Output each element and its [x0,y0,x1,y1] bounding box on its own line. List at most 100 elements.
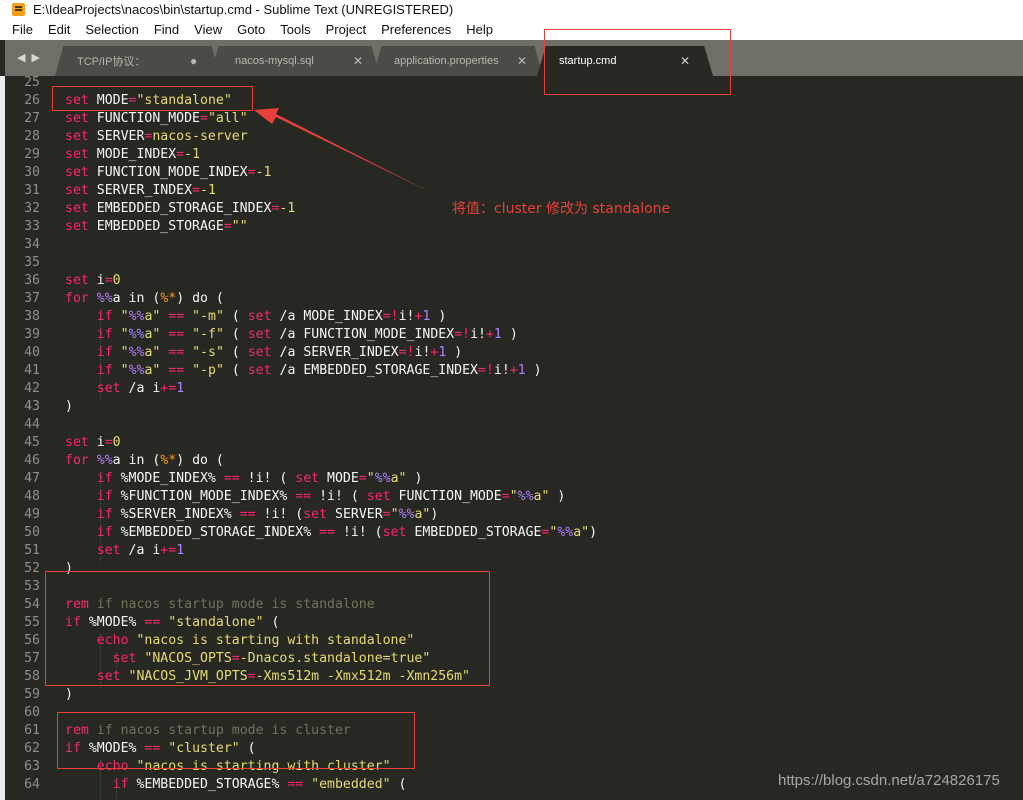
code-line[interactable]: 59) [5,686,1023,704]
close-icon[interactable]: ✕ [517,54,527,68]
code-line[interactable]: 54 rem if nacos startup mode is standalon… [5,596,1023,614]
code-line[interactable]: 50 if %EMBEDDED_STORAGE_INDEX% == !i! (s… [5,524,1023,542]
code-text[interactable]: if %EMBEDDED_STORAGE_INDEX% == !i! (set … [65,524,597,542]
code-line[interactable]: 47 if %MODE_INDEX% == !i! ( set MODE="%%… [5,470,1023,488]
tab-next-icon[interactable]: ▶ [31,51,39,65]
code-line[interactable]: 27 set FUNCTION_MODE="all" [5,110,1023,128]
code-line[interactable]: 51 set /a i+=1 [5,542,1023,560]
code-editor[interactable]: 25 26 set MODE="standalone" 27 set FUNCTION_… [5,76,1023,800]
code-line[interactable]: 37 for %%a in (%*) do ( [5,290,1023,308]
code-text[interactable]: ) [65,560,73,578]
code-line[interactable]: 60 [5,704,1023,722]
code-text[interactable]: echo "nacos is starting with cluster" [65,758,391,776]
code-line[interactable]: 40 if "%%a" == "-s" ( set /a SERVER_INDE… [5,344,1023,362]
code-line[interactable]: 46 for %%a in (%*) do ( [5,452,1023,470]
menu-file[interactable]: File [12,22,33,37]
title-bar: E:\IdeaProjects\nacos\bin\startup.cmd - … [0,0,1023,18]
code-text[interactable]: set EMBEDDED_STORAGE_INDEX=-1 [65,200,295,218]
menu-tools[interactable]: Tools [280,22,310,37]
code-text[interactable]: if %MODE_INDEX% == !i! ( set MODE="%%a" … [65,470,423,488]
menu-find[interactable]: Find [154,22,179,37]
line-number: 54 [24,597,40,612]
code-text[interactable]: set i=0 [65,272,121,290]
code-text[interactable]: set MODE="standalone" [65,92,232,110]
menu-help[interactable]: Help [466,22,493,37]
menu-view[interactable]: View [194,22,222,37]
code-line[interactable]: 58 set "NACOS_JVM_OPTS=-Xms512m -Xmx512m… [5,668,1023,686]
code-line[interactable]: 55 if %MODE% == "standalone" ( [5,614,1023,632]
code-text[interactable]: set /a i+=1 [65,542,184,560]
menu-selection[interactable]: Selection [85,22,138,37]
code-text[interactable]: set FUNCTION_MODE_INDEX=-1 [65,164,271,182]
code-line[interactable]: 44 [5,416,1023,434]
code-text[interactable]: if "%%a" == "-s" ( set /a SERVER_INDEX=!… [65,344,462,362]
menu-goto[interactable]: Goto [237,22,265,37]
tab-nacos-mysql[interactable]: nacos-mysql.sql ✕ [210,46,380,76]
code-line[interactable]: 30 set FUNCTION_MODE_INDEX=-1 [5,164,1023,182]
line-number: 32 [24,201,40,216]
menu-project[interactable]: Project [326,22,366,37]
code-text[interactable]: rem if nacos startup mode is standalone [65,596,375,614]
code-text[interactable]: set /a i+=1 [65,380,184,398]
code-line[interactable]: 36 set i=0 [5,272,1023,290]
code-text[interactable]: if %MODE% == "standalone" ( [65,614,279,632]
menu-preferences[interactable]: Preferences [381,22,451,37]
code-text[interactable]: if %SERVER_INDEX% == !i! (set SERVER="%%… [65,506,439,524]
code-text[interactable]: rem if nacos startup mode is cluster [65,722,351,740]
tab-tcp-ip[interactable]: TCP/IP协议： ● [55,46,220,76]
code-line[interactable]: 48 if %FUNCTION_MODE_INDEX% == !i! ( set… [5,488,1023,506]
tab-application-properties[interactable]: application.properties ✕ [373,46,543,76]
code-line[interactable]: 62 if %MODE% == "cluster" ( [5,740,1023,758]
code-text[interactable]: set "NACOS_JVM_OPTS=-Xms512m -Xmx512m -X… [65,668,470,686]
code-text[interactable]: echo "nacos is starting with standalone" [65,632,415,650]
tab-prev-icon[interactable]: ◀ [17,51,25,65]
code-text[interactable]: if %FUNCTION_MODE_INDEX% == !i! ( set FU… [65,488,566,506]
code-line[interactable]: 52) [5,560,1023,578]
line-number: 51 [24,543,40,558]
line-number: 39 [24,327,40,342]
code-text[interactable]: set SERVER=nacos-server [65,128,248,146]
code-text[interactable]: ) [65,686,73,704]
code-line[interactable]: 61 rem if nacos startup mode is cluster [5,722,1023,740]
code-line[interactable]: 53 [5,578,1023,596]
code-text[interactable]: ) [65,398,73,416]
code-line[interactable]: 33 set EMBEDDED_STORAGE="" [5,218,1023,236]
code-text[interactable]: set MODE_INDEX=-1 [65,146,200,164]
code-line[interactable]: 49 if %SERVER_INDEX% == !i! (set SERVER=… [5,506,1023,524]
close-icon[interactable]: ✕ [353,54,363,68]
code-text[interactable]: set i=0 [65,434,121,452]
tab-startup-cmd[interactable]: startup.cmd ✕ [537,46,713,76]
annotation-note: 将值：cluster 修改为 standalone [452,201,671,217]
code-line[interactable]: 35 [5,254,1023,272]
code-text[interactable]: if "%%a" == "-m" ( set /a MODE_INDEX=!i!… [65,308,447,326]
line-number: 46 [24,453,40,468]
line-number: 43 [24,399,40,414]
code-line[interactable]: 28 set SERVER=nacos-server [5,128,1023,146]
code-text[interactable]: set SERVER_INDEX=-1 [65,182,216,200]
code-line[interactable]: 57 set "NACOS_OPTS=-Dnacos.standalone=tr… [5,650,1023,668]
code-text[interactable]: for %%a in (%*) do ( [65,290,224,308]
code-text[interactable]: for %%a in (%*) do ( [65,452,224,470]
code-line[interactable]: 56 echo "nacos is starting with standalo… [5,632,1023,650]
code-text[interactable]: set FUNCTION_MODE="all" [65,110,248,128]
modified-dot-icon[interactable]: ● [190,54,197,68]
code-line[interactable]: 26 set MODE="standalone" [5,92,1023,110]
close-icon[interactable]: ✕ [680,54,690,68]
code-text[interactable]: if "%%a" == "-p" ( set /a EMBEDDED_STORA… [65,362,542,380]
menu-edit[interactable]: Edit [48,22,70,37]
line-number: 30 [24,165,40,180]
code-line[interactable]: 34 [5,236,1023,254]
code-line[interactable]: 25 [5,76,1023,92]
code-line[interactable]: 41 if "%%a" == "-p" ( set /a EMBEDDED_ST… [5,362,1023,380]
code-text[interactable]: if "%%a" == "-f" ( set /a FUNCTION_MODE_… [65,326,518,344]
code-text[interactable]: if %EMBEDDED_STORAGE% == "embedded" ( [65,776,407,794]
code-line[interactable]: 29 set MODE_INDEX=-1 [5,146,1023,164]
code-line[interactable]: 38 if "%%a" == "-m" ( set /a MODE_INDEX=… [5,308,1023,326]
code-line[interactable]: 39 if "%%a" == "-f" ( set /a FUNCTION_MO… [5,326,1023,344]
code-line[interactable]: 45 set i=0 [5,434,1023,452]
code-text[interactable]: if %MODE% == "cluster" ( [65,740,256,758]
code-text[interactable]: set "NACOS_OPTS=-Dnacos.standalone=true" [65,650,431,668]
code-line[interactable]: 43) [5,398,1023,416]
code-text[interactable]: set EMBEDDED_STORAGE="" [65,218,248,236]
code-line[interactable]: 42 set /a i+=1 [5,380,1023,398]
